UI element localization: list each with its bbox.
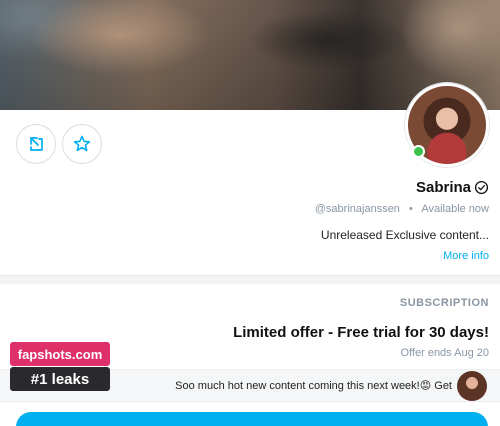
more-info-link[interactable]: More info (443, 250, 489, 262)
bio-text: Unreleased Exclusive content... (320, 228, 489, 242)
section-separator (0, 276, 500, 284)
offer-ends-text: Offer ends Aug 20 (400, 347, 489, 359)
subscription-section-title: SUBSCRIPTION (399, 297, 489, 309)
handle-status-line: @sabrinajanssen • Available now (315, 203, 489, 215)
offer-title: Limited offer - Free trial for 30 days! (233, 324, 489, 341)
handle[interactable]: @sabrinajanssen (315, 203, 400, 215)
watermark-site: fapshots.com (10, 342, 110, 366)
availability-status: Available now (421, 203, 489, 215)
online-status-dot (412, 145, 425, 158)
watermark-tagline: #1 leaks (10, 367, 110, 391)
star-icon (73, 135, 91, 152)
share-icon (30, 137, 43, 151)
display-name: Sabrina (416, 179, 489, 196)
verified-icon (474, 180, 489, 195)
watermark: fapshots.com #1 leaks (10, 342, 110, 416)
message-avatar (457, 371, 487, 401)
separator-dot: • (409, 203, 413, 215)
share-button[interactable] (16, 124, 56, 164)
display-name-text: Sabrina (415, 179, 471, 196)
favorite-button[interactable] (62, 124, 102, 164)
subscription-message: Soo much hot new content coming this nex… (175, 380, 452, 392)
